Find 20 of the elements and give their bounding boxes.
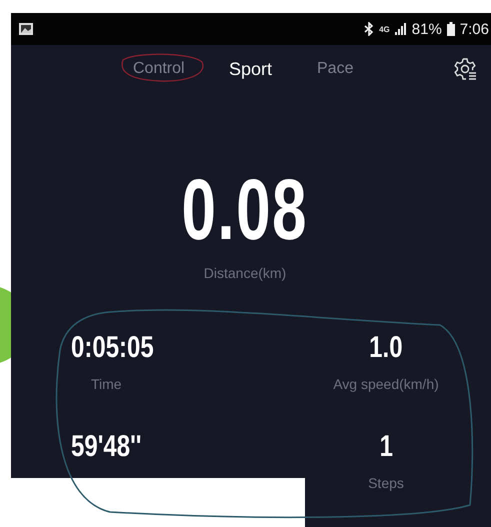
distance-value: 0.08 <box>182 167 308 253</box>
tab[interactable]: Pace <box>313 58 358 80</box>
distance-label: Distance(km) <box>204 265 286 281</box>
signal-icon <box>394 23 407 35</box>
image-icon <box>19 23 33 35</box>
stat-value: 59'48'' <box>71 430 142 463</box>
stat-label: Avg speed(km/h) <box>333 376 439 392</box>
tab[interactable]: Control <box>129 58 189 80</box>
stat-value: 1.0 <box>369 331 403 364</box>
battery-percent: 81% <box>412 20 442 38</box>
stat-value: 1 <box>379 430 393 463</box>
stat-label: Steps <box>368 475 404 491</box>
clock-time: 7:06 <box>460 20 489 38</box>
tab[interactable]: Sport <box>225 56 276 82</box>
bluetooth-icon <box>364 22 374 36</box>
battery-icon <box>446 22 455 36</box>
settings-icon[interactable] <box>453 57 477 81</box>
stat-value: 0:05:05 <box>71 331 154 364</box>
stat-label: Time <box>91 376 122 392</box>
network-label: 4G <box>379 24 390 34</box>
